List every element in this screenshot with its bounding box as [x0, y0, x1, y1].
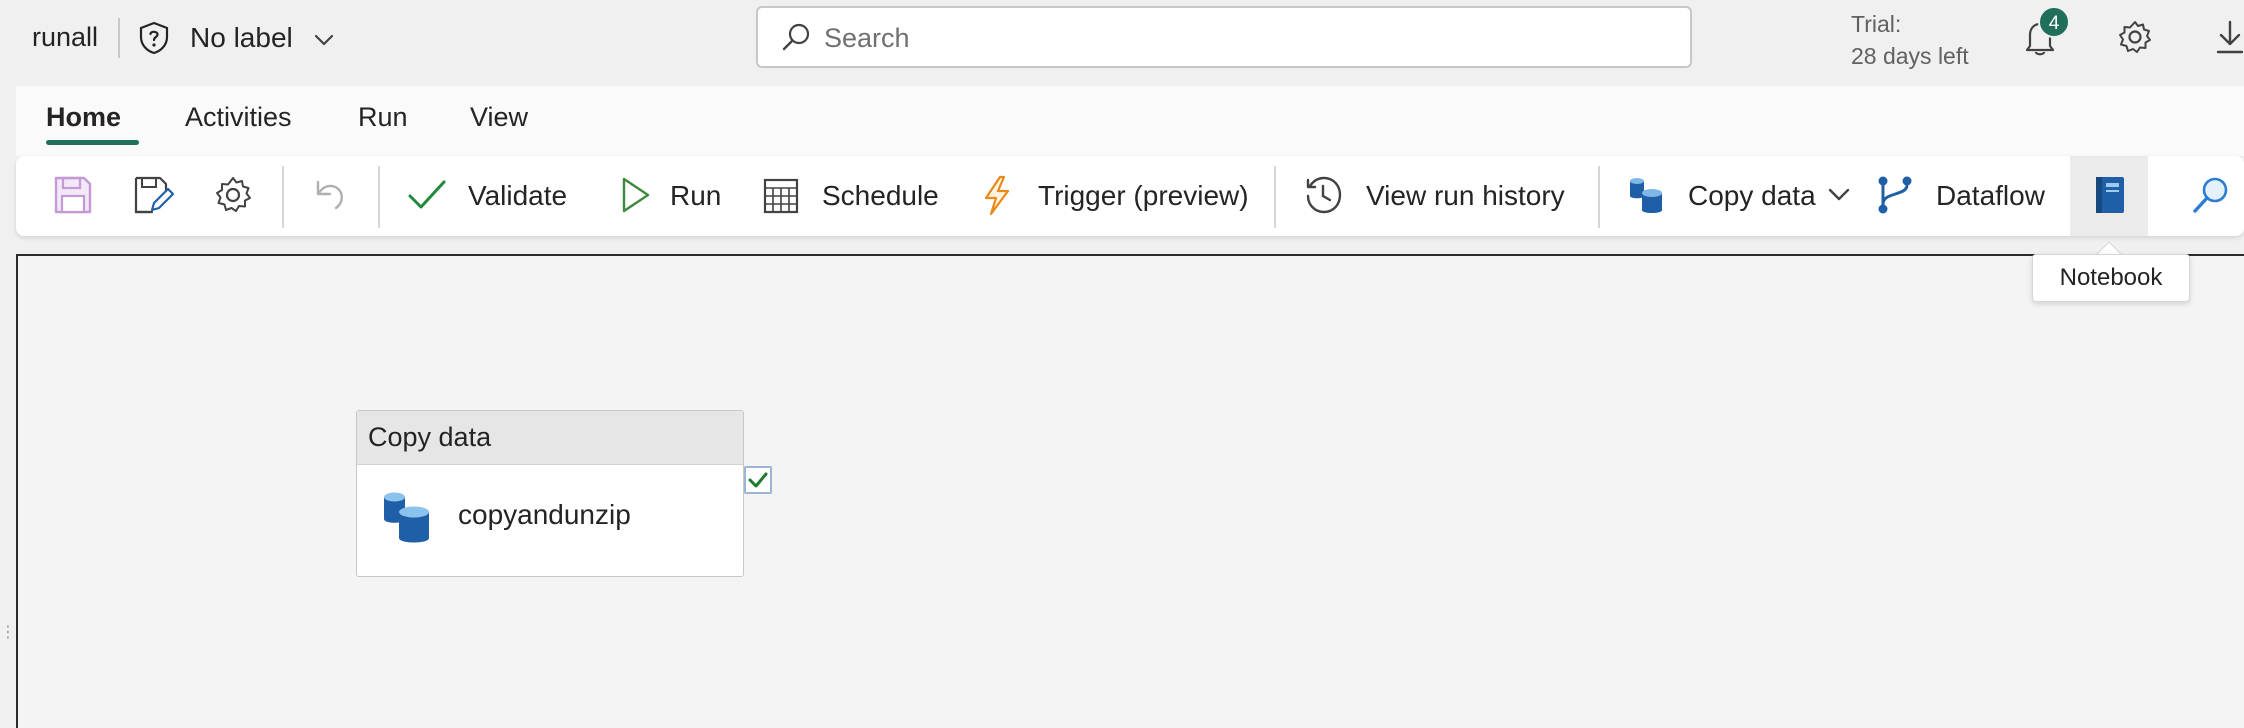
copy-data-activity[interactable]: Copy data copyandunzip — [356, 410, 744, 577]
play-icon — [622, 177, 650, 213]
checkmark-icon — [408, 180, 446, 209]
save-icon[interactable] — [52, 174, 94, 216]
magnifier-icon[interactable] — [2190, 174, 2232, 216]
download-icon[interactable] — [2212, 18, 2244, 56]
search-icon — [782, 23, 810, 51]
validate-label: Validate — [468, 180, 568, 211]
notebook-tooltip: Notebook — [2032, 254, 2190, 302]
save-as-icon[interactable] — [132, 174, 174, 216]
trigger-label: Trigger (preview) — [1038, 180, 1249, 211]
tab-view[interactable]: View — [470, 102, 528, 133]
database-icon — [384, 492, 429, 543]
ribbon-divider — [1598, 166, 1600, 228]
header-divider — [118, 18, 120, 58]
dataflow-icon — [1878, 176, 1912, 214]
tab-run[interactable]: Run — [358, 102, 408, 133]
pipeline-canvas[interactable] — [16, 254, 2244, 728]
search-box[interactable] — [756, 6, 1692, 68]
ribbon-divider — [378, 166, 380, 228]
search-input[interactable] — [824, 20, 1624, 56]
settings-icon[interactable] — [212, 174, 254, 216]
ribbon-divider — [1274, 166, 1276, 228]
top-bar: runall No label Trial: 28 days left 4 — [0, 0, 2244, 78]
database-icon — [1630, 178, 1662, 213]
lightning-icon — [984, 175, 1010, 216]
sensitivity-label[interactable]: No label — [190, 22, 293, 54]
undo-icon[interactable] — [308, 174, 350, 216]
canvas-edge-handle[interactable]: ⋮ — [0, 622, 16, 642]
ribbon-divider — [282, 166, 284, 228]
trial-label: Trial: — [1851, 11, 1902, 37]
run-label: Run — [670, 180, 722, 211]
copy-data-label: Copy data — [1688, 180, 1816, 211]
activity-type-label: Copy data — [357, 411, 743, 465]
notification-count-badge: 4 — [2038, 6, 2070, 38]
workspace-name[interactable]: runall — [32, 22, 98, 53]
notebook-icon — [2096, 177, 2124, 213]
checkmark-icon — [748, 472, 768, 488]
shield-icon — [139, 21, 169, 55]
trial-status[interactable]: Trial: 28 days left — [1851, 8, 1969, 72]
activity-name: copyandunzip — [458, 499, 631, 530]
tab-activities[interactable]: Activities — [185, 102, 292, 133]
chevron-down-icon[interactable] — [1826, 182, 1852, 208]
schedule-label: Schedule — [822, 180, 939, 211]
notebook-button[interactable] — [2070, 156, 2148, 236]
tab-home[interactable]: Home — [46, 102, 121, 133]
chevron-down-icon[interactable] — [312, 28, 336, 52]
trial-days-left: 28 days left — [1851, 43, 1969, 69]
activity-success-checkbox[interactable] — [744, 466, 772, 494]
ribbon-toolbar: Validate Run Schedule Trigger (preview) … — [16, 156, 2244, 236]
history-icon — [1306, 176, 1342, 214]
dataflow-label: Dataflow — [1936, 180, 2045, 211]
active-tab-indicator — [46, 140, 139, 145]
calendar-icon — [763, 178, 799, 214]
ribbon-tabs: Home Activities Run View — [16, 86, 2244, 156]
gear-icon[interactable] — [2116, 18, 2154, 56]
view-run-history-label: View run history — [1366, 180, 1565, 211]
